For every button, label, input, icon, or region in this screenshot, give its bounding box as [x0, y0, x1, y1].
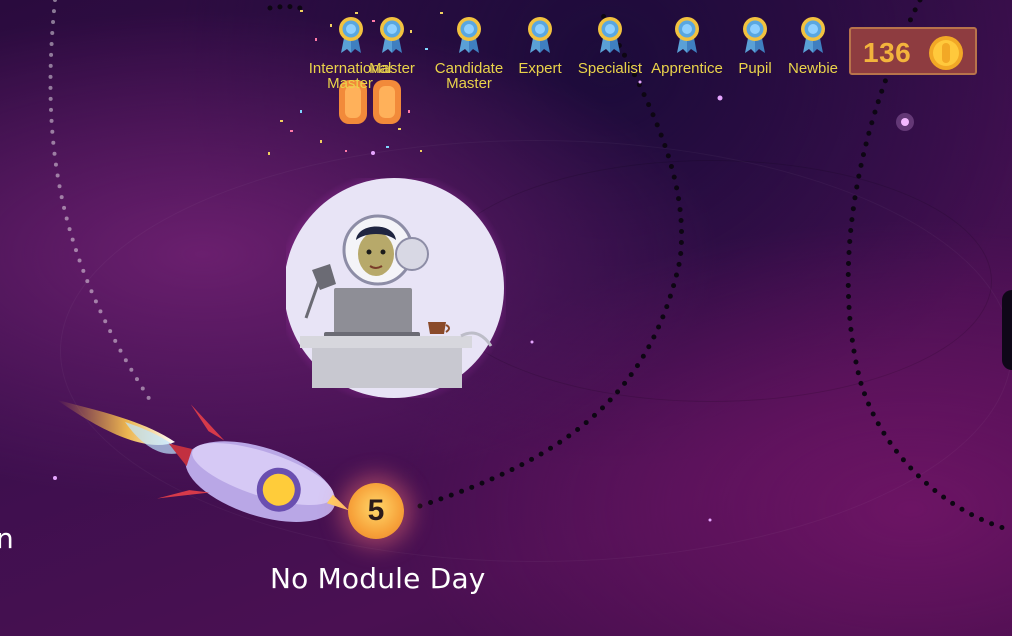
- coin-icon: [929, 36, 963, 70]
- badge-label: Candidate Master: [434, 60, 504, 92]
- coin-count: 136: [863, 37, 912, 68]
- module-number: 5: [367, 494, 385, 527]
- medal-icon: [801, 17, 825, 53]
- medal-icon: [598, 17, 622, 53]
- medal-icon: [380, 17, 404, 53]
- badge-label: Apprentice: [651, 60, 723, 77]
- badge-label: Master: [369, 60, 415, 77]
- astronaut-avatar[interactable]: [286, 178, 506, 398]
- game-scene: International Master Master Candidate Ma…: [0, 0, 1012, 636]
- medal-icon: [457, 17, 481, 53]
- badge-label: Specialist: [577, 60, 643, 77]
- medal-icon: [675, 17, 699, 53]
- badge-label: Expert: [518, 60, 562, 77]
- medal-icon: [339, 17, 363, 53]
- rocket-icon[interactable]: [55, 392, 355, 552]
- edge-text: n: [0, 522, 14, 555]
- coin-counter[interactable]: 136: [849, 27, 977, 75]
- medal-icon: [528, 17, 552, 53]
- offscreen-object: [1002, 290, 1012, 370]
- medal-icon: [743, 17, 767, 53]
- rank-badges: International Master Master Candidate Ma…: [262, 16, 852, 98]
- badge-label: Newbie: [787, 60, 839, 77]
- module-label: No Module Day: [270, 562, 486, 595]
- badge-label: Pupil: [738, 60, 772, 77]
- module-node[interactable]: 5: [348, 483, 404, 539]
